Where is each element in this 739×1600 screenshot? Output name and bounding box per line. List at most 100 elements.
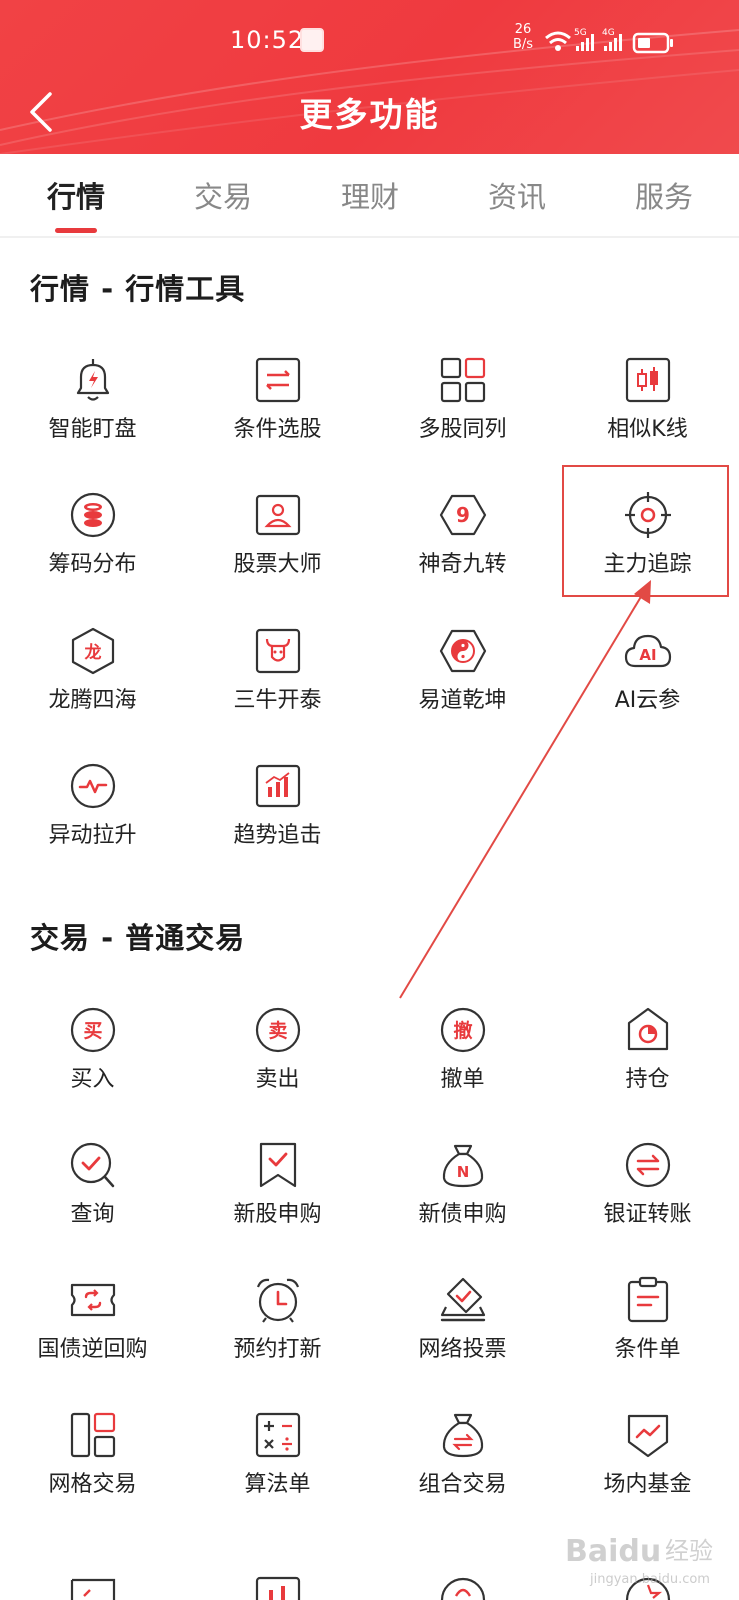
grid-item-magic-nine[interactable]: 9 神奇九转 bbox=[370, 490, 555, 610]
tab-trade[interactable]: 交易 bbox=[153, 174, 293, 216]
grid-label: AI云参 bbox=[614, 688, 681, 713]
coin-stack-icon bbox=[70, 492, 116, 538]
tab-active-indicator bbox=[55, 228, 97, 233]
grid-label: 买入 bbox=[70, 1067, 115, 1092]
grid-label: 算法单 bbox=[244, 1472, 311, 1497]
cancel-glyph: 撤 bbox=[453, 1019, 472, 1042]
grid-item-conditional-order[interactable]: 条件单 bbox=[555, 1275, 739, 1395]
ai-cloud-icon: AI bbox=[624, 634, 672, 668]
app-root: 10:52 26 B/s 5G 4G 更多功能 行情 交易 理财 资讯 服务 行… bbox=[0, 0, 739, 1600]
partial-flower-icon bbox=[440, 1577, 486, 1600]
alarm-clock-icon bbox=[256, 1278, 300, 1323]
position-pie-icon bbox=[627, 1007, 669, 1051]
search-check-icon bbox=[70, 1142, 115, 1188]
grid-item-new-bond[interactable]: N 新债申购 bbox=[370, 1140, 555, 1260]
grid-label: 查询 bbox=[70, 1202, 115, 1227]
grid-item-buy[interactable]: 买 买入 bbox=[0, 1005, 185, 1125]
grid-icon bbox=[440, 357, 486, 403]
grid-item-online-vote[interactable]: 网络投票 bbox=[370, 1275, 555, 1395]
grid-item-query[interactable]: 查询 bbox=[0, 1140, 185, 1260]
svg-text:AI: AI bbox=[639, 646, 656, 664]
grid-label: 银证转账 bbox=[603, 1202, 692, 1227]
cancel-order-icon: 撤 bbox=[440, 1007, 486, 1053]
calculator-icon bbox=[255, 1412, 301, 1458]
watermark-cn: 经验 bbox=[665, 1537, 713, 1565]
dragon-hexagon-icon: 龙 bbox=[71, 627, 115, 675]
grid-item-new-stock[interactable]: 新股申购 bbox=[185, 1140, 370, 1260]
vote-icon bbox=[440, 1277, 486, 1322]
grid-label: 条件选股 bbox=[233, 417, 322, 442]
tab-market[interactable]: 行情 bbox=[6, 174, 146, 216]
grid-label: 条件单 bbox=[614, 1337, 681, 1362]
watermark-brand: Baidu bbox=[565, 1534, 661, 1569]
ticket-icon bbox=[70, 1283, 116, 1317]
grid-item-multi-stock[interactable]: 多股同列 bbox=[370, 355, 555, 475]
grid-label: 筹码分布 bbox=[48, 552, 137, 577]
fund-shield-icon bbox=[627, 1414, 669, 1458]
bar-trend-icon bbox=[255, 764, 301, 808]
bookmark-check-icon bbox=[259, 1142, 297, 1188]
status-icons: 5G 4G bbox=[545, 28, 673, 54]
wifi-icon bbox=[545, 31, 571, 51]
buy-icon: 买 bbox=[70, 1007, 116, 1053]
clipboard-icon bbox=[627, 1276, 669, 1323]
grid-item-yidao[interactable]: 易道乾坤 bbox=[370, 626, 555, 746]
network-label-1: 5G bbox=[574, 28, 587, 38]
grid-layout-icon bbox=[70, 1412, 116, 1458]
tab-news[interactable]: 资讯 bbox=[447, 174, 587, 216]
grid-item-onsite-fund[interactable]: 场内基金 bbox=[555, 1410, 739, 1530]
grid-label: 持仓 bbox=[625, 1067, 670, 1092]
battery-icon bbox=[632, 32, 673, 54]
grid-item-sell[interactable]: 卖 卖出 bbox=[185, 1005, 370, 1125]
bell-icon bbox=[76, 359, 110, 401]
svg-text:龙: 龙 bbox=[84, 642, 102, 663]
grid-label: 场内基金 bbox=[603, 1472, 692, 1497]
transfer-icon bbox=[625, 1142, 671, 1188]
buy-glyph: 买 bbox=[83, 1020, 102, 1042]
grid-label: 网格交易 bbox=[48, 1472, 137, 1497]
grid-label: 国债逆回购 bbox=[37, 1337, 148, 1362]
grid-item-chip-distribution[interactable]: 筹码分布 bbox=[0, 490, 185, 610]
grid-item-trend-chase[interactable]: 趋势追击 bbox=[185, 761, 370, 881]
network-speed: 26 B/s bbox=[508, 22, 538, 52]
master-card-icon bbox=[255, 494, 301, 536]
grid-item-similar-kline[interactable]: 相似K线 bbox=[555, 355, 739, 475]
network-label-2: 4G bbox=[602, 28, 615, 38]
grid-item-algo-order[interactable]: 算法单 bbox=[185, 1410, 370, 1530]
category-tabs: 行情 交易 理财 资讯 服务 bbox=[0, 154, 739, 238]
yinyang-icon bbox=[439, 629, 487, 673]
section-title-market-tools: 行情 - 行情工具 bbox=[30, 272, 246, 306]
candlestick-icon bbox=[625, 357, 671, 403]
tab-wealth[interactable]: 理财 bbox=[300, 174, 440, 216]
grid-item-three-bulls[interactable]: 三牛开泰 bbox=[185, 626, 370, 746]
grid-label: 撤单 bbox=[440, 1067, 485, 1092]
grid-label: 多股同列 bbox=[418, 417, 507, 442]
grid-item-grid-trade[interactable]: 网格交易 bbox=[0, 1410, 185, 1530]
grid-item-reverse-repo[interactable]: 国债逆回购 bbox=[0, 1275, 185, 1395]
grid-item-ipo-reservation[interactable]: 预约打新 bbox=[185, 1275, 370, 1395]
grid-item-abnormal-rise[interactable]: 异动拉升 bbox=[0, 761, 185, 881]
grid-item-smart-watch[interactable]: 智能盯盘 bbox=[0, 355, 185, 475]
grid-item-cancel-order[interactable]: 撤 撤单 bbox=[370, 1005, 555, 1125]
page-title: 更多功能 bbox=[299, 95, 440, 134]
grid-item-condition-pick[interactable]: 条件选股 bbox=[185, 355, 370, 475]
money-bag-icon bbox=[442, 1413, 484, 1458]
grid-label: 趋势追击 bbox=[233, 823, 322, 848]
grid-item-dragon[interactable]: 龙 龙腾四海 bbox=[0, 626, 185, 746]
network-speed-value: 26 bbox=[514, 22, 532, 37]
grid-item-stock-master[interactable]: 股票大师 bbox=[185, 490, 370, 610]
grid-label: 卖出 bbox=[255, 1067, 300, 1092]
grid-item-bank-transfer[interactable]: 银证转账 bbox=[555, 1140, 739, 1260]
network-speed-unit: B/s bbox=[512, 37, 534, 52]
filter-board-icon bbox=[255, 357, 301, 403]
watermark-url: jingyan.baidu.com bbox=[589, 1572, 710, 1587]
partial-chart-icon bbox=[255, 1576, 301, 1600]
grid-item-combo-trade[interactable]: 组合交易 bbox=[370, 1410, 555, 1530]
grid-item-position[interactable]: 持仓 bbox=[555, 1005, 739, 1125]
tab-service[interactable]: 服务 bbox=[594, 174, 734, 216]
header: 10:52 26 B/s 5G 4G 更多功能 bbox=[0, 0, 739, 154]
pulse-icon bbox=[70, 763, 116, 809]
grid-label: 相似K线 bbox=[607, 417, 688, 442]
sell-glyph: 卖 bbox=[268, 1020, 287, 1042]
grid-item-ai-cloud[interactable]: AI AI云参 bbox=[555, 626, 739, 746]
